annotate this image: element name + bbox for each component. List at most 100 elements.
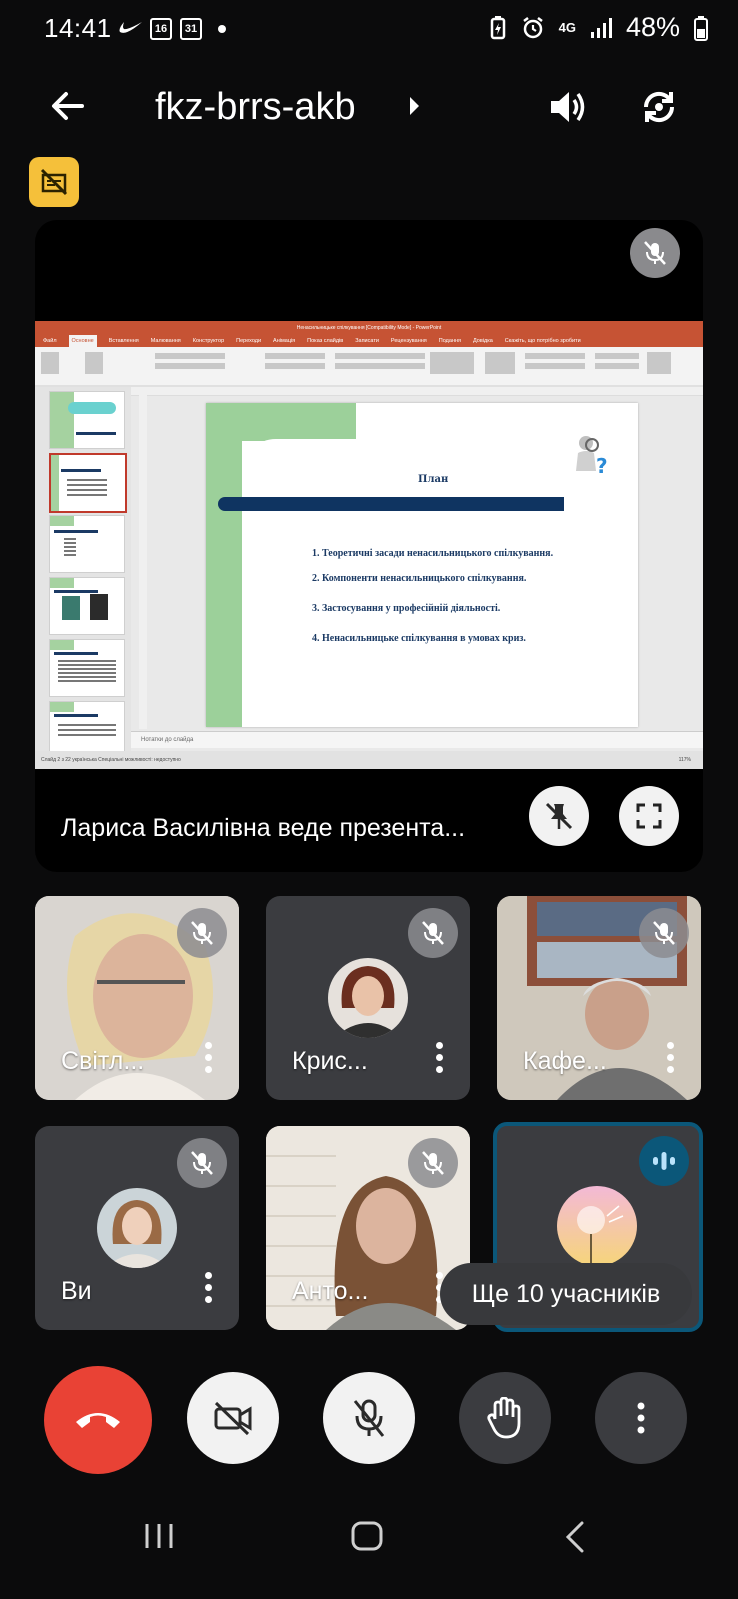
- recents-icon: [145, 1524, 173, 1548]
- mic-off-icon: [422, 921, 444, 945]
- unpin-button[interactable]: [529, 786, 589, 846]
- audio-output-button[interactable]: [548, 88, 588, 126]
- ppt-slide: План ? 1. Теоретичні засади ненасильниць…: [206, 403, 638, 727]
- alarm-icon: [522, 16, 543, 38]
- battery-percent: 48%: [625, 12, 680, 42]
- ppt-tab: Малювання: [150, 338, 181, 344]
- participant-name: Анто...: [292, 1277, 369, 1305]
- speaker-icon: [551, 92, 585, 122]
- participant-tile[interactable]: Крис...: [266, 896, 470, 1100]
- calendar-icon: 16: [150, 18, 172, 40]
- slide-list-item: 1. Теоретичні засади ненасильницького сп…: [312, 548, 554, 559]
- status-time: 14:41: [44, 13, 112, 43]
- ppt-vertical-ruler: [139, 395, 147, 729]
- participant-name: Світл...: [61, 1047, 145, 1075]
- ppt-tab: Файл: [43, 338, 57, 344]
- participant-name: Кафе...: [523, 1047, 607, 1075]
- participant-tile[interactable]: Кафе...: [497, 896, 701, 1100]
- slide-list-item: 3. Застосування у професійній діяльності…: [312, 603, 501, 614]
- participant-name: Ви: [61, 1277, 92, 1305]
- ppt-thumbnail: [49, 391, 125, 449]
- ppt-thumbnail-selected: [49, 453, 127, 513]
- mic-toggle-button[interactable]: [323, 1372, 415, 1464]
- participant-more-button[interactable]: [205, 1042, 213, 1074]
- speaking-indicator: [639, 1136, 689, 1186]
- mic-muted-indicator: [177, 1138, 227, 1188]
- slide-list-item: 4. Ненасильницьке спілкування в умовах к…: [312, 633, 526, 644]
- ppt-tab: Основне: [68, 335, 97, 347]
- question-figure-icon: ?: [568, 431, 616, 484]
- participant-tile[interactable]: Світл...: [35, 896, 239, 1100]
- back-button[interactable]: [50, 88, 86, 124]
- avatar: [328, 958, 408, 1038]
- presenter-mic-muted: [630, 228, 680, 278]
- meeting-code-title[interactable]: fkz-brrs-akb: [155, 86, 356, 129]
- participant-tile[interactable]: Анто...: [266, 1126, 470, 1330]
- mic-off-icon: [644, 241, 666, 265]
- mic-off-icon: [653, 921, 675, 945]
- more-options-button[interactable]: [595, 1372, 687, 1464]
- mic-muted-indicator: [639, 908, 689, 958]
- ppt-tab: Конструктор: [192, 338, 225, 344]
- no-photography-icon: [40, 168, 68, 196]
- calendar-icon-2: 31: [180, 18, 202, 40]
- mic-off-icon: [422, 1151, 444, 1175]
- ppt-window-title: Ненасильницьке спілкування [Compatibilit…: [35, 321, 703, 335]
- slide-green-side: [206, 403, 242, 727]
- participant-more-button[interactable]: [205, 1272, 213, 1304]
- slide-title-bar: [218, 497, 564, 511]
- signal-icon: [590, 17, 612, 38]
- participant-more-button[interactable]: [667, 1042, 675, 1074]
- home-button[interactable]: [350, 1520, 384, 1580]
- meeting-details-arrow-icon[interactable]: [410, 97, 419, 115]
- fullscreen-button[interactable]: [619, 786, 679, 846]
- slide-list-item: 2. Компоненти ненасильницького спілкуван…: [312, 573, 527, 584]
- mic-off-icon: [191, 921, 213, 945]
- pin-off-icon: [545, 802, 573, 830]
- hd-off-badge[interactable]: [29, 157, 79, 207]
- recent-apps-button[interactable]: [143, 1520, 175, 1580]
- back-nav-button[interactable]: [564, 1520, 586, 1580]
- participant-tile-self[interactable]: Ви: [35, 1126, 239, 1330]
- raise-hand-button[interactable]: [459, 1372, 551, 1464]
- battery-saver-icon: [490, 15, 505, 39]
- camera-toggle-button[interactable]: [187, 1372, 279, 1464]
- arrow-back-icon: [52, 92, 84, 120]
- mic-off-icon: [353, 1399, 385, 1437]
- call-end-icon: [76, 1413, 120, 1428]
- ppt-status-text: Слайд 2 з 22 українська Спеціальні можли…: [41, 757, 181, 763]
- end-call-button[interactable]: [44, 1366, 152, 1474]
- hand-icon: [487, 1397, 521, 1439]
- shared-screen: Ненасильницьке спілкування [Compatibilit…: [35, 321, 703, 769]
- ppt-tab: Показ слайдів: [307, 338, 344, 344]
- ppt-thumbnail: [49, 515, 125, 573]
- avatar: [557, 1186, 637, 1266]
- presentation-tile[interactable]: Ненасильницьке спілкування [Compatibilit…: [35, 220, 703, 872]
- avatar: [97, 1188, 177, 1268]
- ppt-ruler: [131, 387, 703, 396]
- ppt-thumbnail: [49, 639, 125, 697]
- status-right: 4G 48%: [489, 12, 708, 43]
- mic-off-icon: [191, 1151, 213, 1175]
- presenter-label: Лариса Василівна веде презента...: [61, 814, 466, 842]
- nike-icon: [118, 16, 144, 43]
- mic-muted-indicator: [177, 908, 227, 958]
- mic-muted-indicator: [408, 908, 458, 958]
- ppt-ribbon: [35, 347, 703, 388]
- ppt-thumbnail: [49, 577, 125, 635]
- chevron-left-icon: [565, 1521, 584, 1553]
- more-vert-icon: [637, 1402, 645, 1434]
- svg-text:?: ?: [596, 454, 608, 478]
- switch-camera-button[interactable]: [638, 86, 680, 128]
- ppt-tab: Записати: [355, 338, 379, 344]
- ppt-tab: Рецензування: [390, 338, 427, 344]
- participant-more-button[interactable]: [436, 1042, 444, 1074]
- more-participants-button[interactable]: Ще 10 учасників: [440, 1263, 692, 1325]
- status-bar: 14:41 16 31 4G 48%: [0, 0, 738, 58]
- ppt-tab: Анімація: [273, 338, 296, 344]
- ribbon-controls-icon: [35, 352, 703, 387]
- participant-name: Крис...: [292, 1047, 368, 1075]
- ppt-thumbnails-pane: [35, 387, 131, 759]
- camera-switch-icon: [643, 91, 675, 123]
- ppt-tab: Переходи: [236, 338, 262, 344]
